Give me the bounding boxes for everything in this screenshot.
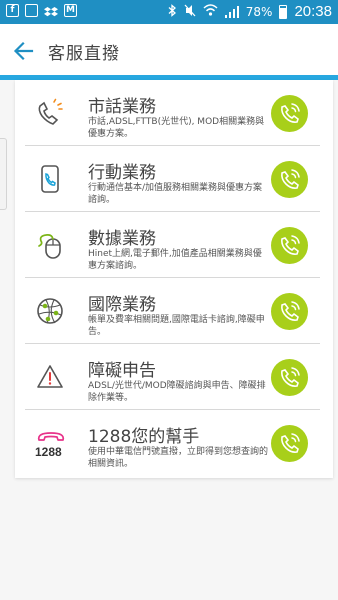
gallery-icon	[25, 4, 38, 17]
facebook-icon: f	[6, 4, 19, 17]
service-row-1288[interactable]: 1288 1288您的幫手 使用中華電信門號直撥，立即得到您想查詢的相關資訊。	[15, 410, 333, 476]
clock: 20:38	[294, 3, 332, 20]
service-row-fault-report[interactable]: 障礙申告 ADSL/光世代/MOD障礙諮詢與申告、障礙排除作業等。	[15, 344, 333, 410]
service-description: 市話,ADSL,FTTB(光世代), MOD相關業務與優惠方案。	[88, 117, 265, 139]
service-description: 行動通信基本/加值服務相關業務與優惠方案諮詢。	[88, 183, 263, 205]
phone-call-icon	[281, 169, 300, 189]
service-title: 障礙申告	[88, 361, 156, 381]
back-arrow-icon[interactable]	[10, 37, 38, 65]
call-button[interactable]	[271, 425, 308, 462]
service-title: 1288您的幫手	[88, 427, 200, 447]
battery-percent: 78%	[245, 4, 273, 19]
landline-phone-icon	[35, 98, 65, 128]
warning-icon	[35, 362, 65, 392]
mute-icon	[184, 4, 196, 20]
service-description: 使用中華電信門號直撥，立即得到您想查詢的相關資訊。	[88, 447, 269, 469]
dropbox-icon	[44, 4, 58, 17]
app-bar: 客服直撥	[0, 24, 338, 78]
phone-call-icon	[281, 103, 300, 123]
service-title: 數據業務	[88, 229, 156, 249]
service-title: 國際業務	[88, 295, 156, 315]
service-description: Hinet上網,電子郵件,加值產品相關業務與優惠方案諮詢。	[88, 249, 262, 271]
hotline-number-label: 1288	[35, 445, 62, 459]
call-button[interactable]	[271, 293, 308, 330]
phone-call-icon	[281, 433, 300, 453]
call-button[interactable]	[271, 95, 308, 132]
service-description: ADSL/光世代/MOD障礙諮詢與申告、障礙排除作業等。	[88, 381, 266, 403]
mobile-phone-icon	[35, 164, 65, 194]
bluetooth-icon	[168, 3, 177, 20]
gmail-icon: M	[64, 4, 77, 17]
phone-call-icon	[281, 301, 300, 321]
service-row-international[interactable]: 國際業務 帳單及費率相關問題,國際電話卡諮詢,障礙申告。	[15, 278, 333, 344]
call-button[interactable]	[271, 227, 308, 264]
status-bar: f M 78% 20:38	[0, 0, 338, 24]
phone-call-icon	[281, 235, 300, 255]
phone-call-icon	[281, 367, 300, 387]
service-row-local[interactable]: 市話業務 市話,ADSL,FTTB(光世代), MOD相關業務與優惠方案。	[15, 80, 333, 146]
hotline-1288-icon: 1288	[31, 428, 71, 459]
globe-icon	[35, 296, 65, 326]
service-title: 市話業務	[88, 97, 156, 117]
call-button[interactable]	[271, 359, 308, 396]
service-description: 帳單及費率相關問題,國際電話卡諮詢,障礙申告。	[88, 315, 265, 337]
call-button[interactable]	[271, 161, 308, 198]
drawer-handle[interactable]	[0, 138, 7, 210]
signal-icon	[224, 5, 240, 18]
mouse-icon	[35, 230, 65, 260]
battery-icon	[279, 4, 288, 19]
wifi-icon	[203, 4, 218, 19]
service-row-mobile[interactable]: 行動業務 行動通信基本/加值服務相關業務與優惠方案諮詢。	[15, 146, 333, 212]
page-title: 客服直撥	[48, 44, 120, 64]
service-row-data[interactable]: 數據業務 Hinet上網,電子郵件,加值產品相關業務與優惠方案諮詢。	[15, 212, 333, 278]
service-title: 行動業務	[88, 163, 156, 183]
